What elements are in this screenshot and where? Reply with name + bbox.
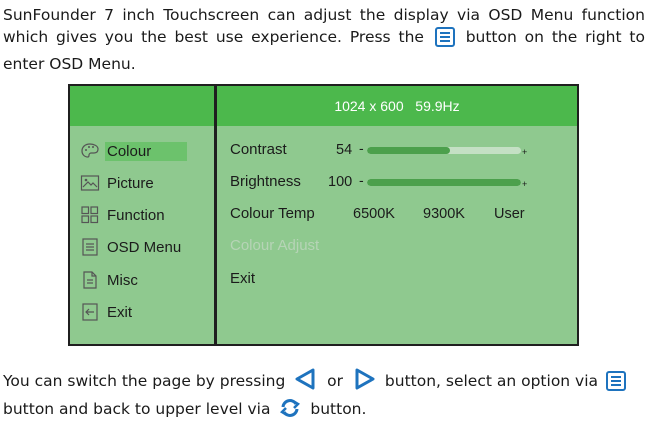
outro-text-1: You can switch the page by pressing bbox=[3, 372, 286, 390]
osd-menu-header bbox=[70, 86, 214, 126]
colour-adjust-label: Colour Adjust bbox=[230, 237, 320, 254]
exit-icon bbox=[80, 303, 100, 321]
contrast-minus[interactable]: - bbox=[359, 140, 364, 156]
contrast-value: 54 bbox=[336, 142, 353, 158]
contrast-plus[interactable]: + bbox=[522, 147, 527, 157]
document-icon bbox=[80, 271, 100, 289]
outro-text-2: button, select an option via bbox=[384, 372, 599, 390]
menu-item-label: Misc bbox=[107, 271, 138, 289]
brightness-value: 100 bbox=[328, 174, 353, 190]
brightness-slider-fill bbox=[367, 179, 521, 186]
contrast-slider-fill bbox=[367, 147, 451, 154]
resolution-header: 1024 x 600 59.9Hz bbox=[217, 86, 577, 126]
brightness-label: Brightness bbox=[230, 173, 301, 190]
menu-item-label: OSD Menu bbox=[107, 238, 182, 256]
outro-text-4: button. bbox=[310, 400, 367, 418]
function-grid-icon bbox=[80, 206, 100, 224]
menu-item-label: Function bbox=[107, 206, 165, 224]
picture-icon bbox=[80, 174, 100, 192]
left-arrow-icon bbox=[293, 367, 319, 397]
menu-item-label: Exit bbox=[107, 303, 133, 321]
outro-paragraph: You can switch the page by pressing or b… bbox=[3, 367, 645, 425]
menu-item-function[interactable]: Function bbox=[80, 205, 165, 225]
menu-item-exit[interactable]: Exit bbox=[80, 302, 132, 322]
menu-item-label: Colour bbox=[105, 141, 188, 161]
menu-item-label: Picture bbox=[107, 174, 154, 192]
menu-item-colour[interactable]: Colour bbox=[80, 141, 188, 161]
palette-icon bbox=[80, 142, 100, 160]
menu-item-picture[interactable]: Picture bbox=[80, 173, 154, 193]
osd-menu-icon bbox=[80, 238, 100, 256]
colour-temp-6500k[interactable]: 6500K bbox=[353, 206, 395, 222]
osd-screen: Colour Picture Function OSD Menu Misc Ex… bbox=[68, 84, 579, 346]
brightness-minus[interactable]: - bbox=[359, 172, 364, 188]
brightness-plus[interactable]: + bbox=[522, 179, 527, 189]
menu-button-icon bbox=[605, 371, 626, 397]
colour-temp-label: Colour Temp bbox=[230, 205, 315, 222]
menu-item-misc[interactable]: Misc bbox=[80, 270, 138, 290]
intro-paragraph: SunFounder 7 inch Touchscreen can adjust… bbox=[3, 4, 645, 75]
osd-menu-panel: Colour Picture Function OSD Menu Misc Ex… bbox=[70, 86, 214, 344]
contrast-slider[interactable] bbox=[367, 147, 521, 154]
osd-settings-panel: 1024 x 600 59.9Hz Contrast 54 - + Bright… bbox=[217, 86, 577, 344]
menu-button-icon bbox=[434, 27, 455, 53]
settings-exit-label[interactable]: Exit bbox=[230, 269, 255, 289]
colour-temp-9300k[interactable]: 9300K bbox=[423, 206, 465, 222]
refresh-rate-text: 59.9Hz bbox=[415, 98, 460, 114]
menu-item-osd-menu[interactable]: OSD Menu bbox=[80, 237, 181, 257]
right-arrow-icon bbox=[351, 367, 377, 397]
resolution-text: 1024 x 600 bbox=[334, 98, 404, 114]
brightness-slider[interactable] bbox=[367, 179, 521, 186]
colour-temp-user[interactable]: User bbox=[494, 206, 525, 222]
outro-or: or bbox=[327, 372, 344, 390]
outro-text-3: button and back to upper level via bbox=[3, 400, 271, 418]
contrast-label: Contrast bbox=[230, 141, 287, 158]
